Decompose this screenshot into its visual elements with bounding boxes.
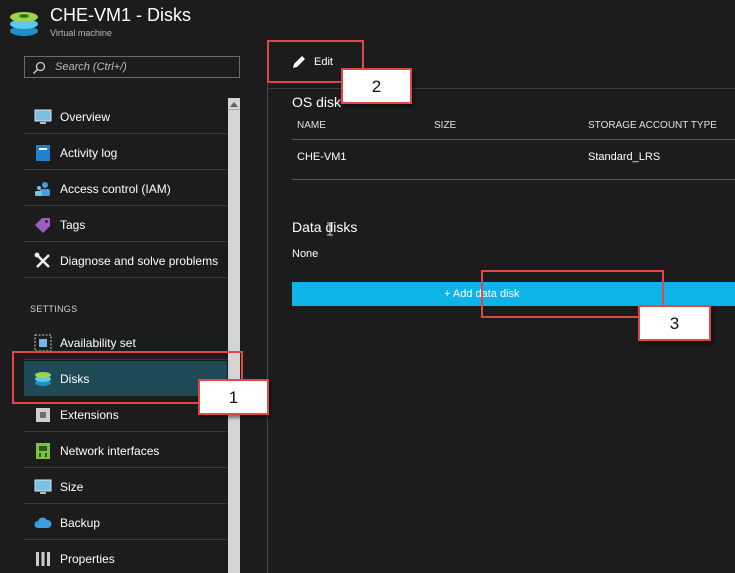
virtual-machine-icon	[10, 12, 38, 36]
sidebar-item-label: Extensions	[60, 408, 119, 422]
sidebar-item-network-interfaces[interactable]: Network interfaces	[24, 433, 227, 468]
data-disks-empty-text: None	[292, 248, 319, 260]
toolbar-divider	[268, 88, 735, 89]
sidebar-item-properties[interactable]: Properties	[24, 541, 227, 573]
sidebar-item-label: Backup	[60, 516, 101, 530]
sidebar-item-label: Diagnose and solve problems	[60, 254, 219, 268]
tag-icon	[35, 218, 50, 233]
sidebar-item-access-control[interactable]: Access control (IAM)	[24, 171, 227, 206]
sidebar-divider	[267, 45, 268, 573]
sidebar-item-label: Tags	[60, 218, 86, 232]
log-icon	[36, 145, 50, 161]
search-input[interactable]	[55, 59, 235, 75]
sidebar-item-label: Access control (IAM)	[60, 182, 171, 196]
wrench-icon	[34, 252, 50, 268]
sidebar-item-label: Overview	[60, 110, 111, 124]
column-header-storage-type[interactable]: STORAGE ACCOUNT TYPE	[588, 120, 717, 131]
os-disk-storage-type-cell: Standard_LRS	[588, 151, 661, 163]
sidebar-item-label: Activity log	[60, 146, 118, 160]
callout-2: 2	[341, 68, 412, 104]
callout-3: 3	[638, 305, 711, 341]
size-icon	[34, 479, 52, 494]
search-box[interactable]	[24, 56, 240, 78]
page-subtitle: Virtual machine	[50, 28, 112, 38]
table-row-divider	[292, 179, 735, 180]
sidebar-item-backup[interactable]: Backup	[24, 505, 227, 540]
sidebar-item-label: Network interfaces	[60, 444, 160, 458]
sidebar-item-overview[interactable]: Overview	[24, 99, 227, 134]
os-disk-heading: OS disk	[292, 94, 342, 110]
properties-icon	[36, 552, 50, 566]
search-icon	[33, 61, 46, 74]
blade-header: CHE-VM1 - Disks Virtual machine	[0, 0, 735, 45]
chevron-up-icon	[230, 102, 238, 107]
sidebar-item-tags[interactable]: Tags	[24, 207, 227, 242]
highlight-add-data-disk	[481, 270, 664, 318]
settings-section-label: SETTINGS	[30, 304, 78, 314]
monitor-icon	[34, 109, 52, 124]
sidebar-item-diagnose[interactable]: Diagnose and solve problems	[24, 243, 227, 278]
sidebar-item-size[interactable]: Size	[24, 469, 227, 504]
sidebar-item-label: Size	[60, 480, 84, 494]
page-title: CHE-VM1 - Disks	[50, 5, 192, 25]
sidebar-item-label: Availability set	[60, 336, 136, 350]
extensions-icon	[36, 408, 50, 422]
table-header-divider	[292, 139, 735, 140]
availability-set-icon	[34, 334, 52, 352]
sidebar: Overview Activity log Access control (IA…	[0, 45, 268, 573]
os-disk-name-cell[interactable]: CHE-VM1	[297, 151, 347, 163]
users-icon	[35, 182, 50, 196]
column-header-name[interactable]: NAME	[297, 120, 326, 131]
sidebar-item-activity-log[interactable]: Activity log	[24, 135, 227, 170]
scroll-up-arrow[interactable]	[228, 98, 240, 110]
column-header-size[interactable]: SIZE	[434, 120, 456, 131]
sidebar-item-label: Properties	[60, 552, 115, 566]
text-cursor-icon	[327, 222, 333, 236]
cloud-icon	[34, 517, 52, 528]
callout-1: 1	[198, 379, 269, 415]
sidebar-scrollbar[interactable]	[228, 98, 240, 573]
data-disks-heading: Data disks	[292, 219, 358, 235]
network-icon	[36, 443, 50, 459]
